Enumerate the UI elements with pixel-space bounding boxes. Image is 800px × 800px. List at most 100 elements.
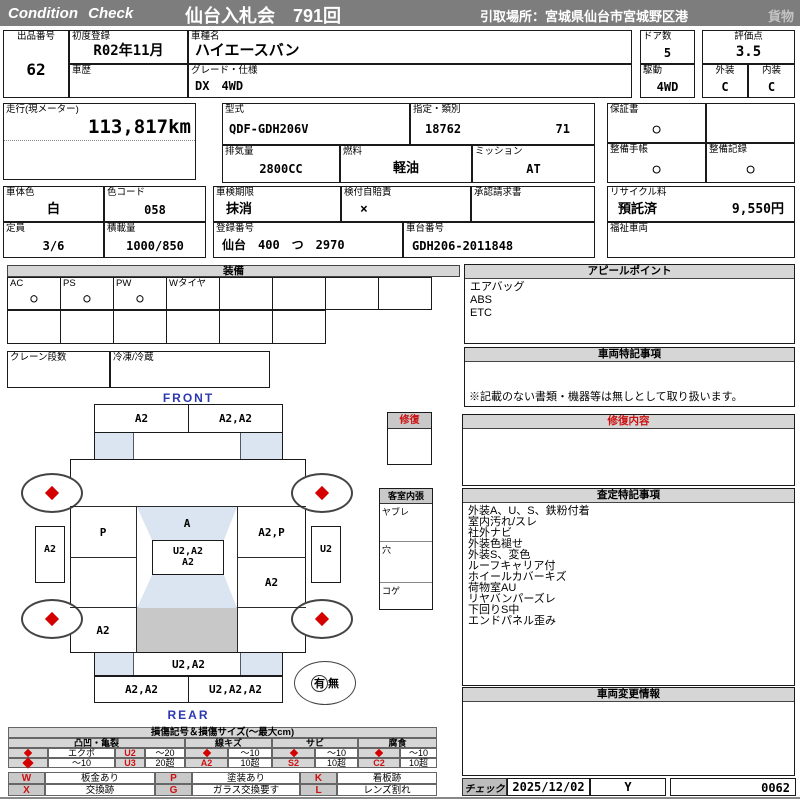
code-l-desc: レンズ割れ <box>337 784 437 796</box>
equipment-cell-pw: PW ○ <box>113 277 167 310</box>
panel-code: P <box>99 525 107 539</box>
legend-dent-r1-label: エクボ <box>48 748 115 758</box>
body-color-label: 車体色 <box>6 187 35 198</box>
insurance-value: × <box>360 202 368 217</box>
grade-label: グレード・仕様 <box>191 65 258 76</box>
legend-dent-r1-size: 〜20 <box>145 748 185 758</box>
panel-door-rear-right: A2 <box>237 558 306 607</box>
grade-cell: グレード・仕様 DX 4WD <box>188 64 632 98</box>
brand-logo: Condition Check <box>8 5 134 22</box>
damage-code: P <box>170 772 177 784</box>
legend-group-label: 線キズ <box>214 737 242 748</box>
code-g-cell: G <box>155 784 192 796</box>
doors-cell: ドア数 5 <box>640 30 695 64</box>
damage-code: L <box>315 784 322 796</box>
fridge-label: 冷凍/冷蔵 <box>113 352 154 363</box>
cabin-row-tear: ヤブレ <box>380 504 432 542</box>
mileage-value: 113,817km <box>88 116 191 138</box>
panel-side-right: U2 <box>311 526 341 583</box>
maintenance-book-label: 整備手帳 <box>610 144 649 155</box>
legend-group-label: サビ <box>305 737 324 748</box>
front-label: FRONT <box>162 391 215 405</box>
model-name-cell: 車種名 ハイエースバン <box>188 30 632 64</box>
maintenance-book-value: ○ <box>652 162 661 177</box>
chassis-label: 車台番号 <box>406 223 445 234</box>
legend-code: U2 <box>124 747 136 758</box>
appeal-item: エアバッグ <box>470 281 525 293</box>
recycle-fee: 9,550円 <box>731 202 784 217</box>
panel-door-front-left: P <box>70 507 136 557</box>
code-k-desc: 看板跡 <box>337 772 437 784</box>
load-value: 1000/850 <box>126 239 184 253</box>
repair-content-box: 修復内容 <box>462 414 795 486</box>
equipment-value: ○ <box>83 291 91 305</box>
legend-rust-r1-size: 〜10 <box>315 748 358 758</box>
doors-label: ドア数 <box>643 31 672 42</box>
equipment-cell-ac: AC ○ <box>7 277 61 310</box>
code-k-cell: K <box>300 772 337 784</box>
repair-mini-box: 修復 <box>387 412 432 465</box>
legend-text: 〜10 <box>326 747 346 758</box>
recycle-label: リサイクル料 <box>610 187 667 198</box>
sheet-number: 0062 <box>761 781 790 795</box>
damage-diamond-icon <box>23 748 33 758</box>
equipment-label: Wタイヤ <box>169 278 207 289</box>
legend-text: 10超 <box>326 757 346 768</box>
windshield-corner-right <box>240 433 282 459</box>
page-bottom-rule <box>0 797 800 799</box>
inspection-label: 車検期限 <box>216 187 255 198</box>
legend-code: S2 <box>287 757 299 768</box>
interior-value: C <box>767 80 776 94</box>
category-badge: 貨物 <box>767 9 794 24</box>
panel-code: A2 <box>96 624 110 637</box>
panel-code: A2 <box>181 557 195 568</box>
damage-desc: レンズ割れ <box>363 784 411 796</box>
panel-code: A2,A2 <box>218 412 253 425</box>
maintenance-record-value: ○ <box>746 162 755 177</box>
displacement-label: 排気量 <box>225 146 254 157</box>
equipment-value: ○ <box>30 291 38 305</box>
capacity-value: 3/6 <box>42 239 65 253</box>
code-x-desc: 交換跡 <box>45 784 155 796</box>
windshield-band <box>94 432 283 460</box>
rear-label: REAR <box>167 708 210 722</box>
cabin-row-hole: 穴 <box>380 542 432 583</box>
damage-diamond-icon <box>314 611 330 627</box>
reg-no-cell: 登録番号 仙台 400 つ 2970 <box>213 222 403 258</box>
panel-code: A <box>183 517 191 530</box>
color-code-cell: 色コード 058 <box>104 186 206 222</box>
windshield-corner-left <box>95 433 134 459</box>
panel-code: U2,A2,A2 <box>209 683 262 696</box>
check-label-cell: チェック <box>462 778 507 796</box>
first-reg-cell: 初度登録 R02年11月 <box>69 30 188 64</box>
chassis-cell: 車台番号 GDH206-2011848 <box>403 222 595 258</box>
cabin-row-label: 穴 <box>382 545 392 555</box>
approval-cell: 承認請求書 <box>471 186 595 222</box>
code-w-desc: 板金あり <box>45 772 155 784</box>
legend-group-dent: 凸凹・亀裂 <box>8 738 185 748</box>
transmission-cell: ミッション AT <box>472 145 595 183</box>
exhibit-no-label: 出品番号 <box>16 31 55 42</box>
spare-tire-indicator: 有 無 <box>294 661 356 705</box>
vehicle-notes-box: 車両特記事項 ※記載のない書類・機器等は無しとして取り扱います。 <box>464 347 795 407</box>
insurance-label: 検付自賠責 <box>344 187 392 198</box>
damage-desc: 板金あり <box>80 772 119 784</box>
equipment-cell-empty <box>166 310 220 344</box>
roof-rear-shade <box>137 575 237 608</box>
equipment-label: PS <box>63 278 76 289</box>
transmission-label: ミッション <box>475 146 523 157</box>
history-label: 車歴 <box>72 65 92 76</box>
mileage-cell: 走行(現メーター) 113,817km <box>3 103 196 180</box>
class-label: 指定・類別 <box>413 104 461 115</box>
panel-code: U2,A2 <box>171 657 206 671</box>
transmission-value: AT <box>526 162 541 176</box>
panel-quarter-left: A2 <box>70 608 136 653</box>
color-code-value: 058 <box>144 203 166 217</box>
equipment-value: ○ <box>136 291 144 305</box>
warranty-value: ○ <box>652 122 661 137</box>
legend-dent-r2-label: 〜10 <box>48 758 115 768</box>
fridge-cell: 冷凍/冷蔵 <box>110 351 270 388</box>
exhibit-no-value: 62 <box>26 60 46 79</box>
crane-label: クレーン段数 <box>10 352 67 363</box>
inspection-cell: 車検期限 抹消 <box>213 186 341 222</box>
